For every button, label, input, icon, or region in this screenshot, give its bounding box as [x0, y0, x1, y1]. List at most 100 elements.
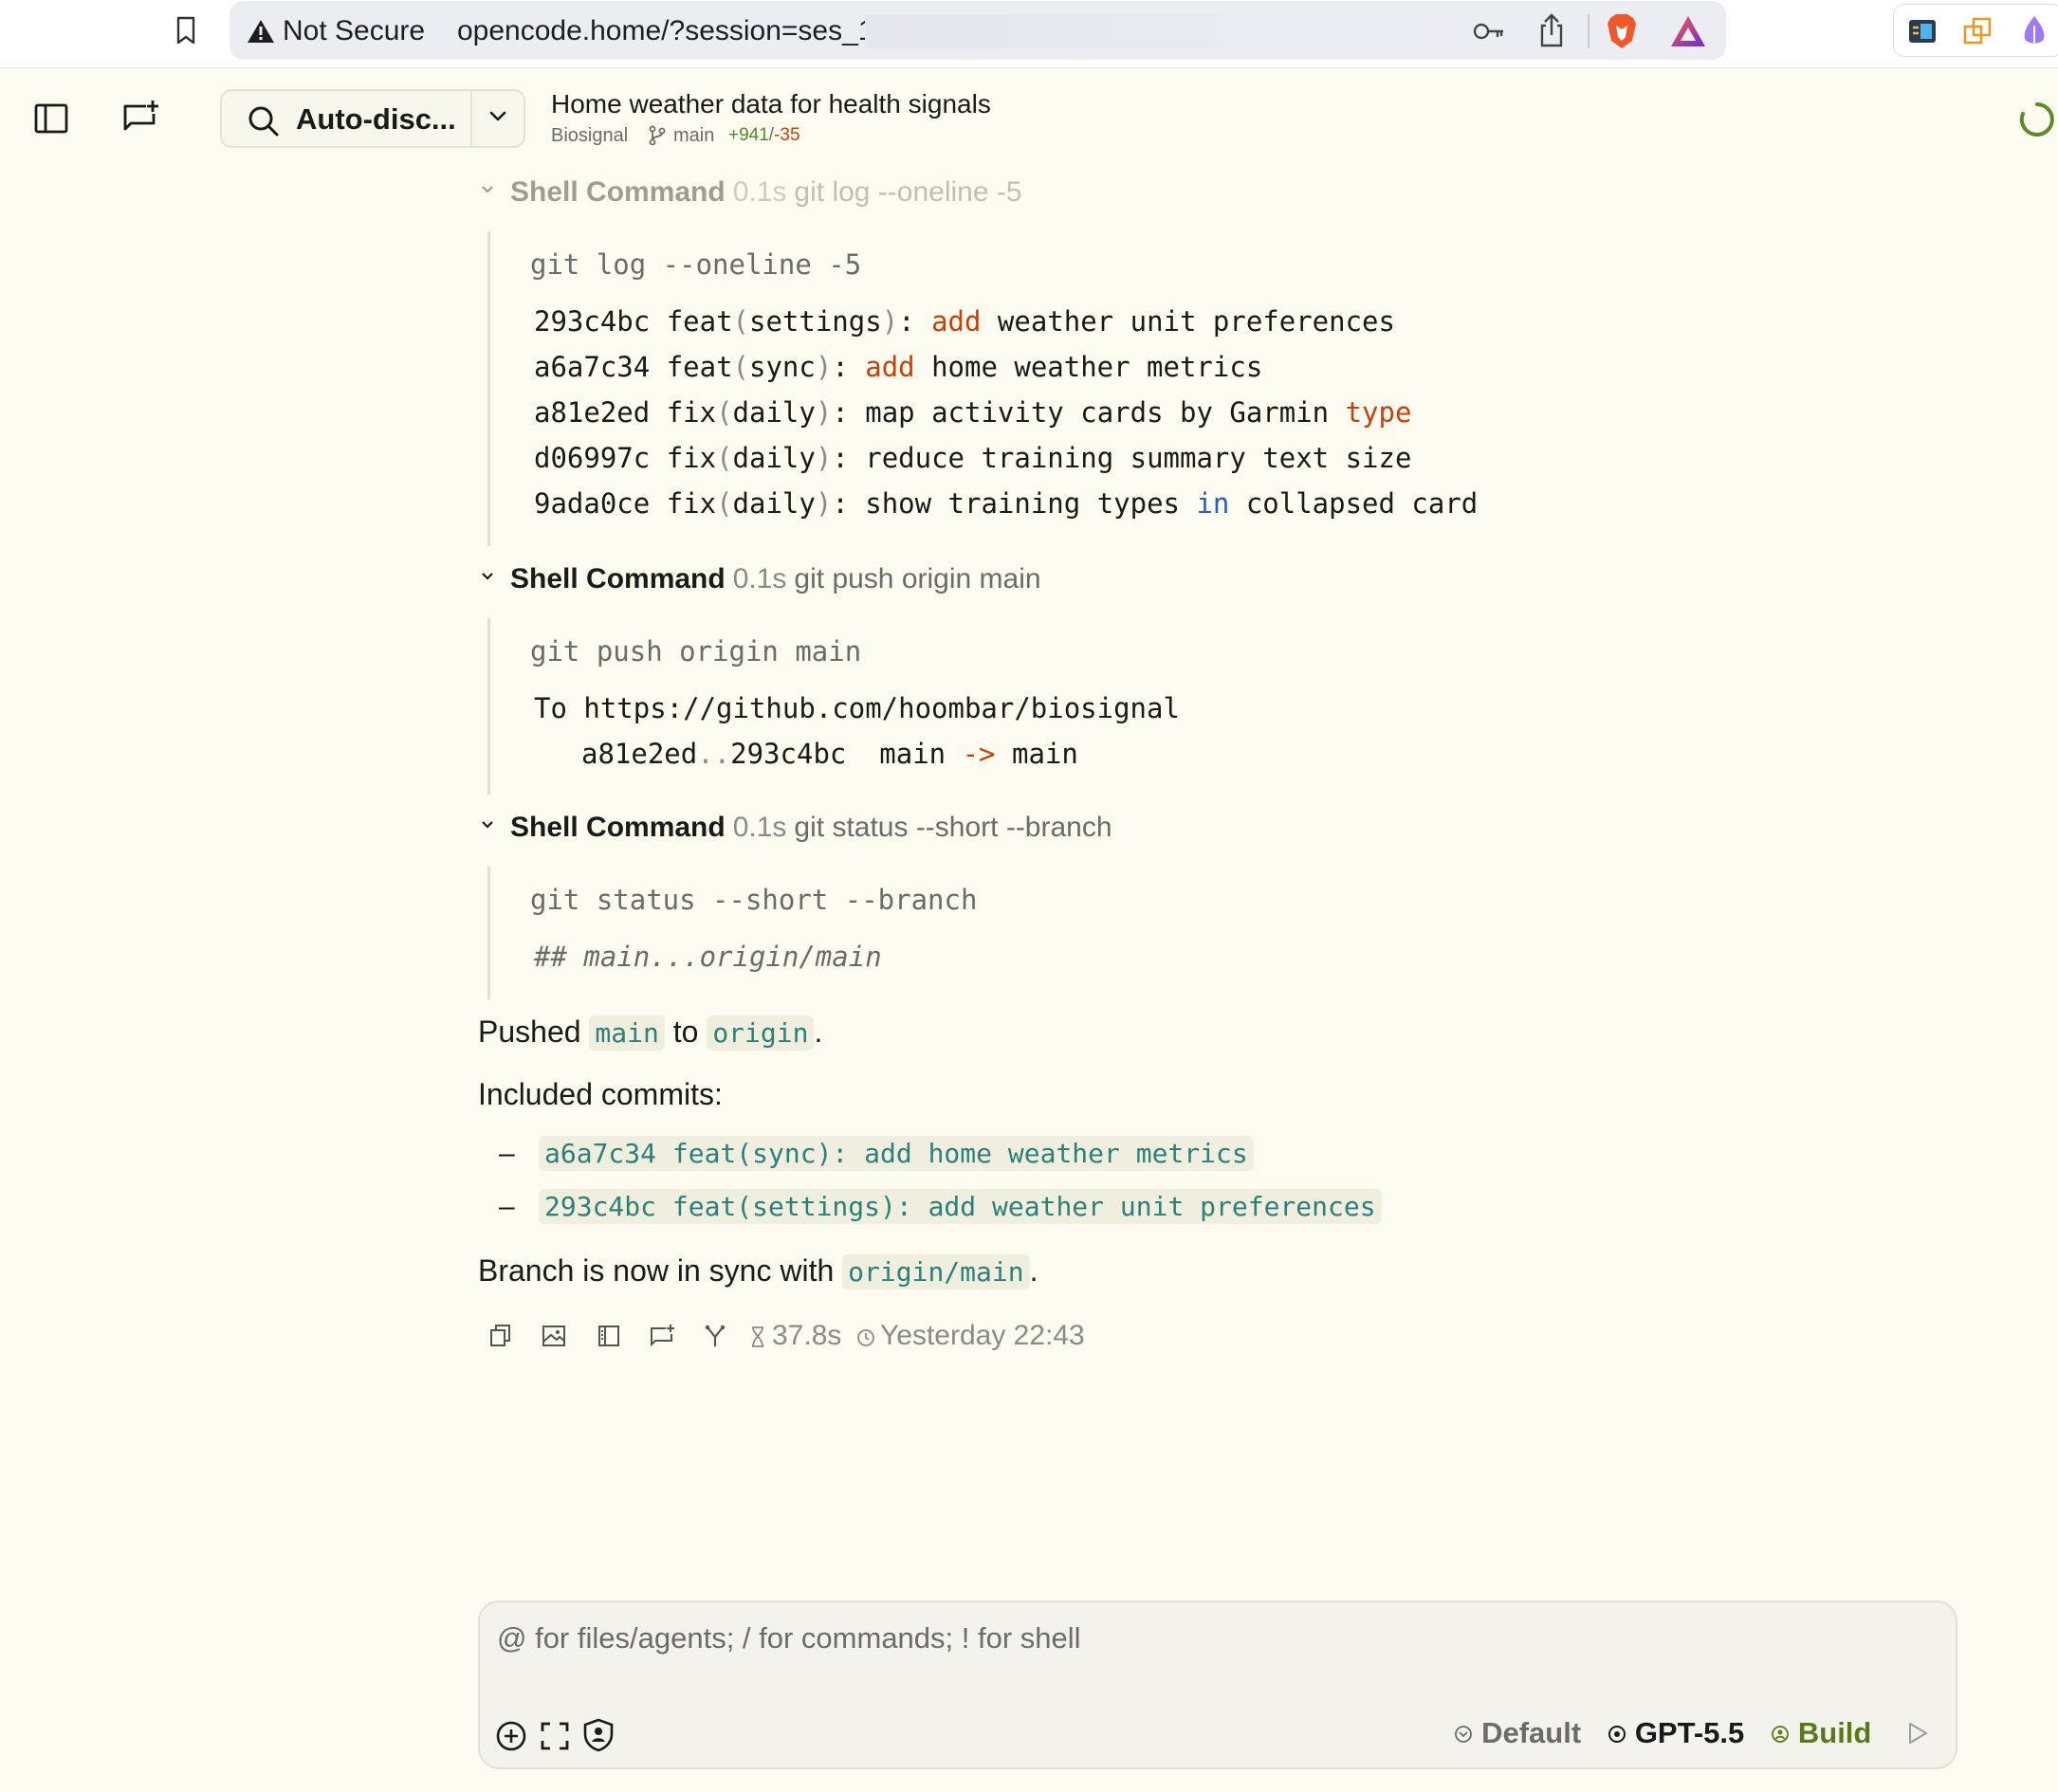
share-icon[interactable] [1536, 12, 1567, 48]
inline-code-remote: origin [707, 1015, 815, 1051]
log-line: d06997c fix(daily): reduce training summ… [534, 442, 1412, 474]
diff-added: +941 [728, 125, 769, 145]
push-remote-line: To https://github.com/hoombar/biosignal [534, 692, 1180, 724]
chevron-down-icon [482, 821, 493, 829]
shell-command-text: git status --short --branch [794, 812, 1112, 843]
fork-icon[interactable] [649, 1322, 675, 1350]
to-hash: 293c4bc [730, 738, 847, 770]
source-branch: main [879, 738, 946, 770]
diff-stats: +941/-35 [728, 125, 800, 146]
merge-icon[interactable] [702, 1322, 728, 1350]
bullet: – [499, 1138, 515, 1169]
inline-code-branch: main [589, 1015, 665, 1051]
shell-command-header[interactable]: Shell Command 0.1s git log --oneline -5 [478, 176, 1022, 214]
shell-command-duration: 0.1s [732, 176, 787, 208]
chevron-down-icon [482, 573, 493, 580]
shell-command-text: git push origin main [794, 563, 1041, 594]
log-line: 9ada0ce fix(daily): show training types … [534, 487, 1479, 520]
commit-scope: daily [732, 442, 816, 474]
shield-user-icon[interactable] [582, 1718, 615, 1752]
text: . [814, 1015, 823, 1049]
image-icon[interactable] [541, 1322, 567, 1350]
shell-command-header[interactable]: Shell Command 0.1s git status --short --br… [478, 812, 1112, 850]
panel-icon[interactable] [596, 1322, 622, 1350]
response-timestamp: Yesterday 22:43 [880, 1320, 1085, 1351]
git-branch-icon [649, 125, 666, 146]
list-item: –293c4bc feat(settings): add weather uni… [499, 1189, 1382, 1224]
mode-selector[interactable]: Build [1770, 1715, 1872, 1750]
chevron-down-icon [489, 111, 506, 121]
agent-selector: Auto-disc... [220, 89, 525, 148]
mode-label: Build [1797, 1715, 1872, 1749]
shell-command-duration: 0.1s [732, 563, 787, 594]
commit-kind: fix [666, 487, 717, 520]
commit-kind: feat [666, 351, 733, 383]
prompt-composer: @ for files/agents; / for commands; ! fo… [478, 1600, 1957, 1769]
branch-name: main [673, 125, 715, 146]
commit-scope: daily [732, 487, 816, 520]
text: . [1029, 1253, 1038, 1288]
response-duration: 37.8s [772, 1320, 842, 1351]
warning-icon [248, 20, 274, 43]
agent-selector-button[interactable]: Auto-disc... [222, 91, 470, 146]
commit-message: reduce training summary text size [848, 442, 1412, 474]
brave-icon[interactable] [1605, 12, 1639, 50]
expand-icon[interactable] [539, 1720, 571, 1752]
bullet: – [499, 1191, 515, 1222]
diff-removed: -35 [774, 125, 800, 145]
commit-rest: collapsed card [1229, 487, 1479, 520]
shell-prompt-line: git log --oneline -5 [530, 248, 862, 281]
chevron-down-icon [482, 186, 493, 193]
log-line: 293c4bc feat(settings): add weather unit… [534, 305, 1395, 338]
pushed-summary: Pushed main to origin. [478, 1015, 823, 1051]
shell-prompt-line: git status --short --branch [530, 884, 978, 916]
keyword-in: in [1196, 487, 1230, 520]
sidebar-toggle-icon[interactable] [34, 102, 68, 135]
commit-rest: weather unit preferences [981, 305, 1395, 338]
clock-icon [857, 1329, 874, 1346]
bookmark-icon[interactable] [169, 13, 203, 47]
agent-label: Auto-disc... [296, 102, 456, 136]
inline-code-ref: origin/main [842, 1254, 1030, 1289]
address-bar[interactable]: Not Secure opencode.home/?session=ses_1 [230, 1, 1726, 60]
copy-icon[interactable] [487, 1322, 514, 1350]
commit-rest: home weather metrics [914, 351, 1263, 383]
model-selector[interactable]: GPT-5.5 [1607, 1716, 1744, 1750]
composer-controls: Default GPT-5.5 Build [1436, 1714, 1929, 1754]
range-separator: .. [697, 738, 731, 770]
extension-windows-icon[interactable] [1962, 16, 1993, 46]
commit-message: show training types [848, 487, 1197, 520]
included-commits-heading: Included commits: [478, 1077, 723, 1111]
prompt-input[interactable]: @ for files/agents; / for commands; ! fo… [497, 1621, 1920, 1667]
inline-code-commit: a6a7c34 feat(sync): add home weather met… [539, 1136, 1254, 1171]
message-actions: 37.8s Yesterday 22:43 [487, 1320, 1151, 1354]
add-circle-icon[interactable] [495, 1720, 527, 1752]
permission-selector[interactable]: Default [1453, 1716, 1581, 1750]
text: to [664, 1015, 707, 1049]
shell-command-duration: 0.1s [732, 812, 787, 843]
key-icon[interactable] [1472, 16, 1506, 46]
commit-hash: a6a7c34 [534, 351, 651, 383]
send-icon[interactable] [1906, 1721, 1929, 1746]
triangle-icon[interactable] [1669, 14, 1707, 48]
extension-screen-icon[interactable] [1907, 16, 1938, 46]
model-label: GPT-5.5 [1634, 1715, 1745, 1749]
commit-kind: feat [666, 305, 733, 338]
new-session-icon[interactable] [121, 99, 159, 137]
url-text[interactable]: opencode.home/?session=ses_1 [457, 15, 873, 47]
openai-icon [1608, 1725, 1626, 1743]
commit-scope: settings [749, 305, 882, 338]
destination-branch: main [1011, 738, 1078, 770]
shell-command-label: Shell Command [510, 176, 726, 208]
security-warning[interactable]: Not Secure [283, 15, 425, 47]
commit-hash: 293c4bc [534, 305, 651, 338]
shell-command-label: Shell Command [510, 812, 726, 843]
status-output: ## main...origin/main [534, 941, 882, 973]
shell-command-header[interactable]: Shell Command 0.1s git push origin main [478, 563, 1041, 601]
extension-purple-icon[interactable] [2019, 14, 2049, 48]
hourglass-icon [752, 1326, 763, 1347]
commit-hash: 9ada0ce [534, 487, 651, 520]
permission-label: Default [1481, 1715, 1582, 1749]
agent-dropdown-button[interactable] [472, 91, 524, 146]
log-line: a6a7c34 feat(sync): add home weather met… [534, 351, 1263, 383]
